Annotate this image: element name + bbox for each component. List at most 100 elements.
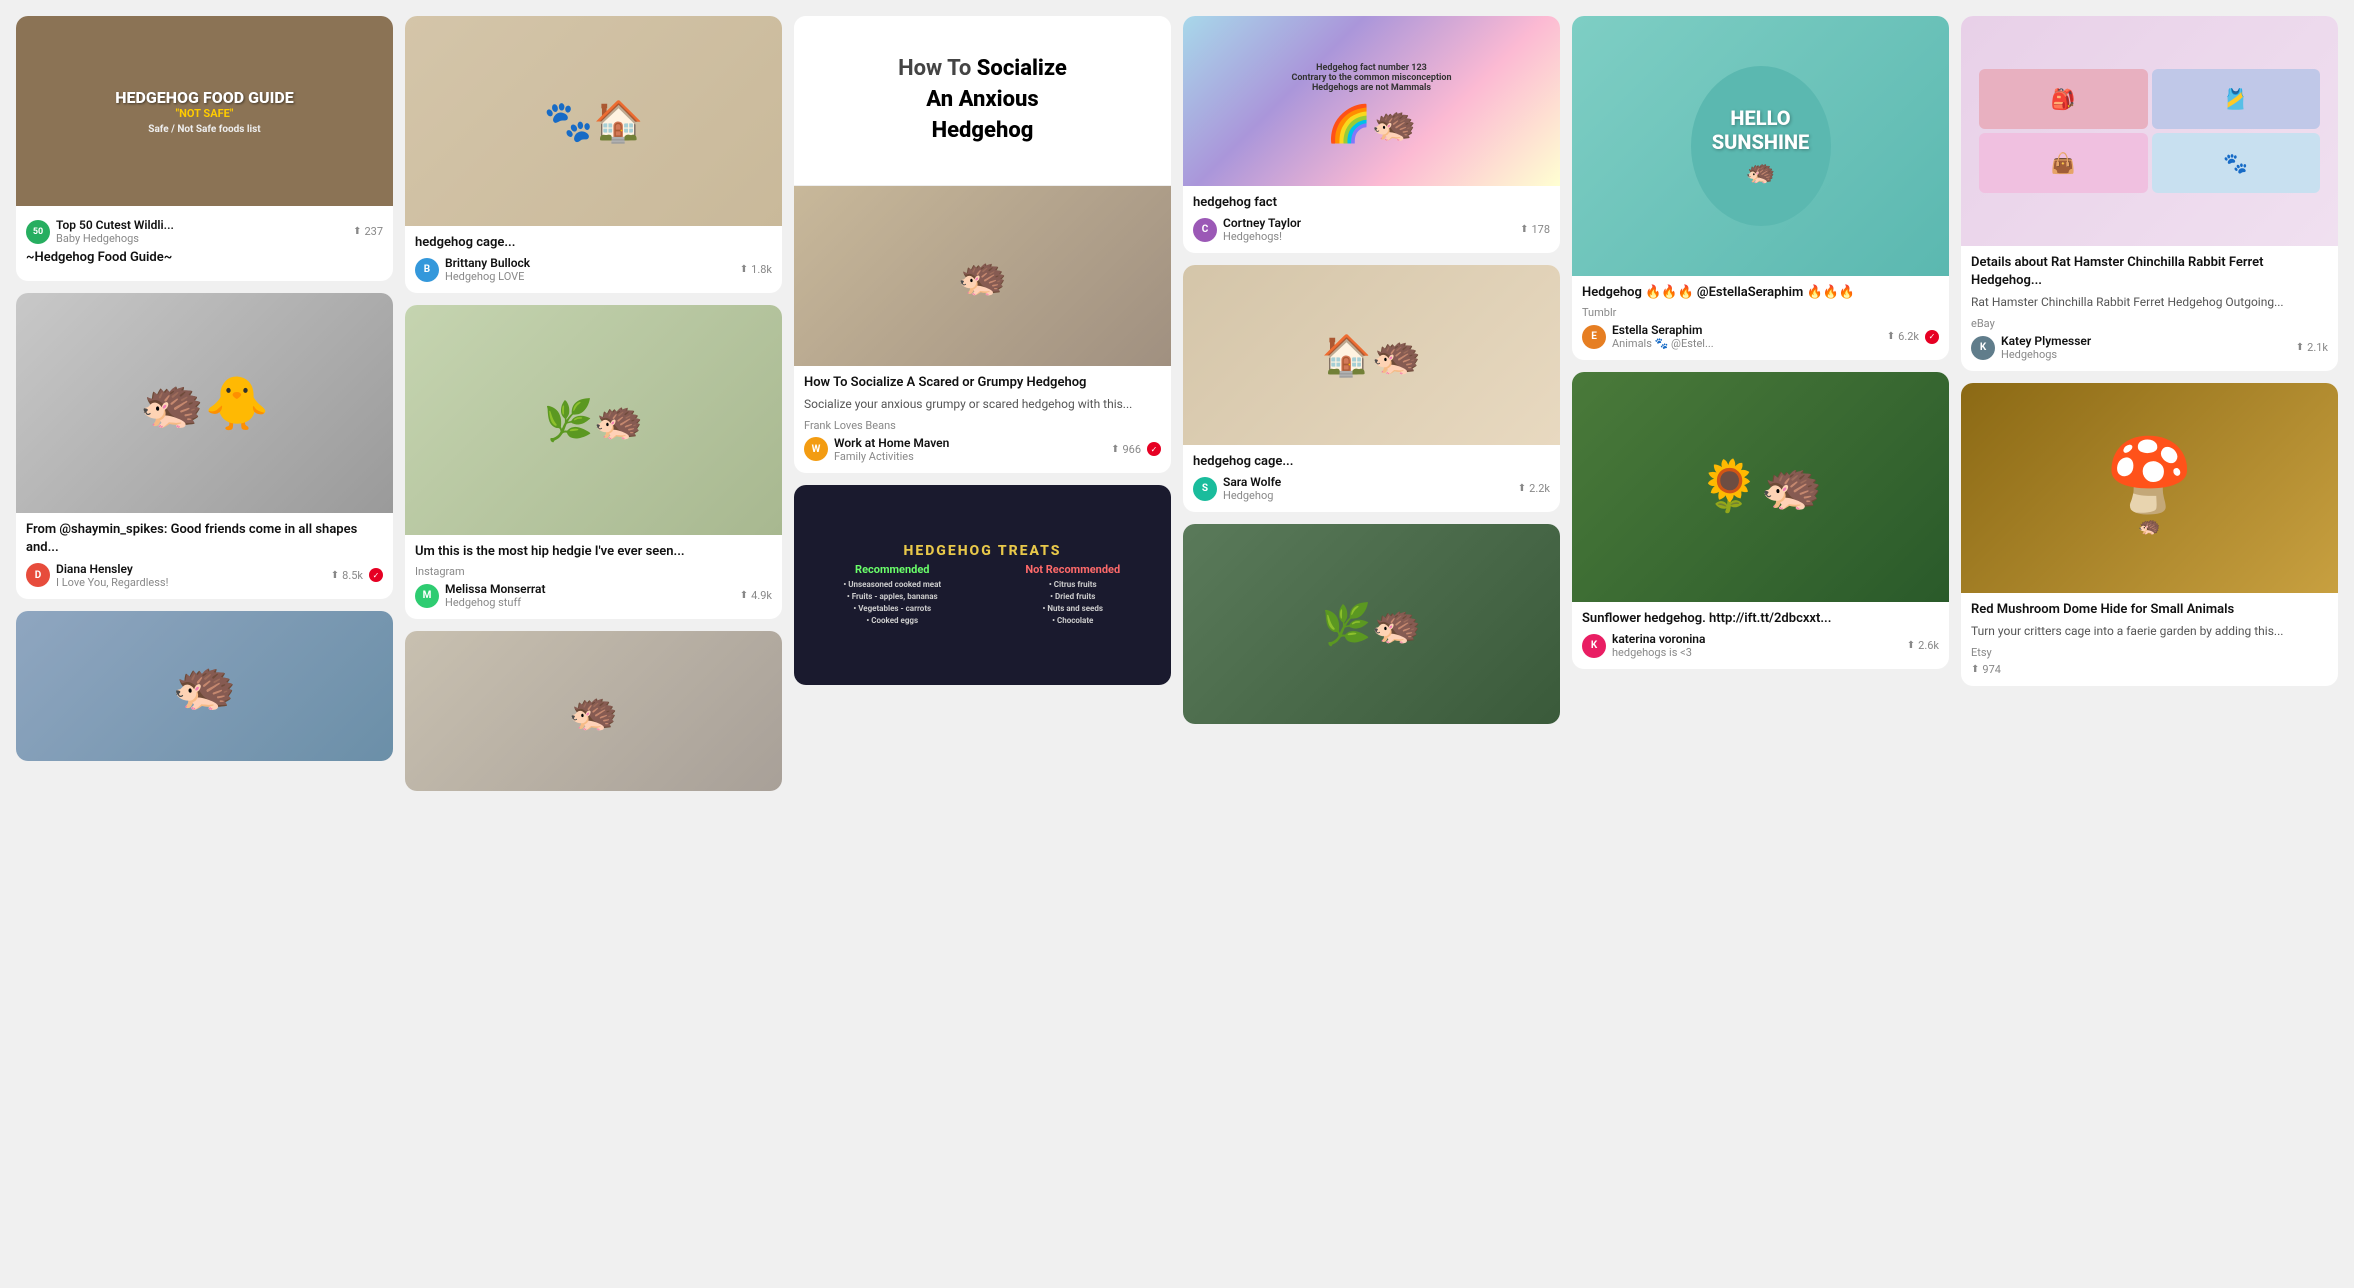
card-cage3[interactable]: 🏠🦔 hedgehog cage... S Sara Wolfe Hedgeho… — [1183, 265, 1560, 512]
sunflower-body: Sunflower hedgehog. http://ift.tt/2dbcxx… — [1572, 602, 1949, 669]
socialize-avatar: W — [804, 437, 828, 461]
bag-collage-avatar: K — [1971, 336, 1995, 360]
hedgehog-chick-user: D Diana Hensley I Love You, Regardless! — [26, 562, 168, 589]
card-wild-hedgehog[interactable]: 🌿🦔 — [1183, 524, 1560, 724]
treats-image: Hedgehog Treats Recommended • Unseasoned… — [794, 485, 1171, 685]
treats-not-recommended: Not Recommended • Citrus fruits• Dried f… — [987, 563, 1160, 627]
wild-hedgehog-image: 🌿🦔 — [1183, 524, 1560, 724]
sunflower-image: 🌻🦔 — [1572, 372, 1949, 602]
bag-collage-source: eBay — [1971, 317, 2328, 330]
bag-collage-title: Details about Rat Hamster Chinchilla Rab… — [1971, 254, 2328, 290]
cage1-body: hedgehog cage... B Brittany Bullock Hedg… — [405, 226, 782, 293]
cage2-user-name: Melissa Monserrat — [445, 582, 546, 596]
sunflower-title: Sunflower hedgehog. http://ift.tt/2dbcxx… — [1582, 610, 1939, 628]
cage2-source: Instagram — [415, 565, 772, 578]
cage2-user: M Melissa Monserrat Hedgehog stuff — [415, 582, 546, 609]
column-4: Hedgehog fact number 123Contrary to the … — [1183, 16, 1560, 724]
cage3-user-info: Sara Wolfe Hedgehog — [1223, 475, 1281, 502]
socialize-user-name: Work at Home Maven — [834, 436, 949, 450]
food-guide-sub-text: "NOT SAFE" — [176, 107, 234, 120]
food-guide-user-sub: Baby Hedgehogs — [56, 232, 174, 245]
cage1-user-name: Brittany Bullock — [445, 256, 530, 270]
hello-sunshine-body: Hedgehog 🔥🔥🔥 @EstellaSeraphim 🔥🔥🔥 Tumblr… — [1572, 276, 1949, 360]
card-how-to-socialize[interactable]: How To SocializeAn AnxiousHedgehog 🦔 How… — [794, 16, 1171, 473]
mushroom-title: Red Mushroom Dome Hide for Small Animals — [1971, 601, 2328, 619]
card-hello-sunshine[interactable]: HELLOSUNSHINE 🦔 Hedgehog 🔥🔥🔥 @EstellaSer… — [1572, 16, 1949, 360]
bag-3: 👜 — [1979, 133, 2148, 193]
hedgehog-chick-meta: D Diana Hensley I Love You, Regardless! … — [26, 562, 383, 589]
bag-grid: 🎒 🎽 👜 🐾 — [1971, 61, 2328, 201]
hedgehog-chick-save-count: 8.5k ✓ — [331, 568, 383, 582]
sunshine-check-badge: ✓ — [1925, 330, 1939, 344]
card-bag-collage[interactable]: 🎒 🎽 👜 🐾 Details about Rat Hamster Chinch… — [1961, 16, 2338, 371]
cage3-user-sub: Hedgehog — [1223, 489, 1281, 502]
cage3-save-count: 2.2k — [1518, 482, 1550, 495]
hedgehog-face-image: 🦔 — [16, 611, 393, 761]
bag-collage-user-sub: Hedgehogs — [2001, 348, 2091, 361]
card-food-guide[interactable]: HEDGEHOG FOOD GUIDE "NOT SAFE" Safe / No… — [16, 16, 393, 281]
hello-sunshine-user: E Estella Seraphim Animals 🐾 @Estel... — [1582, 323, 1714, 350]
rainbow-user: C Cortney Taylor Hedgehogs! — [1193, 216, 1301, 243]
bag-collage-meta: K Katey Plymesser Hedgehogs 2.1k — [1971, 334, 2328, 361]
socialize-check-badge: ✓ — [1147, 442, 1161, 456]
cage1-user-sub: Hedgehog LOVE — [445, 270, 530, 283]
hello-sunshine-user-name: Estella Seraphim — [1612, 323, 1714, 337]
treats-header: Hedgehog Treats — [904, 543, 1062, 559]
treats-rec-label: Recommended — [806, 563, 979, 576]
hedgehog-chick-body: From @shaymin_spikes: Good friends come … — [16, 513, 393, 598]
cage1-user: B Brittany Bullock Hedgehog LOVE — [415, 256, 530, 283]
cage3-meta: S Sara Wolfe Hedgehog 2.2k — [1193, 475, 1550, 502]
hedgehog-chick-avatar: D — [26, 563, 50, 587]
food-guide-save-count: 237 — [353, 225, 383, 238]
mushroom-meta: 974 — [1971, 663, 2328, 676]
cage1-user-info: Brittany Bullock Hedgehog LOVE — [445, 256, 530, 283]
rainbow-title: hedgehog fact — [1193, 194, 1550, 212]
bag-collage-user-info: Katey Plymesser Hedgehogs — [2001, 334, 2091, 361]
socialize-user: W Work at Home Maven Family Activities — [804, 436, 949, 463]
card-hedgehog-chick[interactable]: 🦔🐥 From @shaymin_spikes: Good friends co… — [16, 293, 393, 598]
card-cage2[interactable]: 🌿🦔 Um this is the most hip hedgie I've e… — [405, 305, 782, 619]
card-rainbow-hedgehog[interactable]: Hedgehog fact number 123Contrary to the … — [1183, 16, 1560, 253]
hedgehog-low2-image: 🦔 — [405, 631, 782, 791]
food-guide-title-text: HEDGEHOG FOOD GUIDE — [115, 88, 294, 107]
food-guide-card-title: ~Hedgehog Food Guide~ — [26, 249, 383, 267]
card-treats[interactable]: Hedgehog Treats Recommended • Unseasoned… — [794, 485, 1171, 685]
cage3-avatar: S — [1193, 477, 1217, 501]
card-sunflower-hedgehog[interactable]: 🌻🦔 Sunflower hedgehog. http://ift.tt/2db… — [1572, 372, 1949, 669]
sunflower-user-info: katerina voronina hedgehogs is <3 — [1612, 632, 1705, 659]
rainbow-user-name: Cortney Taylor — [1223, 216, 1301, 230]
treats-rec-content: • Unseasoned cooked meat• Fruits - apple… — [806, 579, 979, 627]
cage2-save-count: 4.9k — [740, 589, 772, 602]
card-mushroom[interactable]: 🍄 🦔 Red Mushroom Dome Hide for Small Ani… — [1961, 383, 2338, 686]
socialize-source: Frank Loves Beans — [804, 419, 1161, 432]
cage2-user-sub: Hedgehog stuff — [445, 596, 546, 609]
rainbow-body: hedgehog fact C Cortney Taylor Hedgehogs… — [1183, 186, 1560, 253]
socialize-user-sub: Family Activities — [834, 450, 949, 463]
bag-collage-body: Details about Rat Hamster Chinchilla Rab… — [1961, 246, 2338, 371]
socialize-title: How To Socialize A Scared or Grumpy Hedg… — [804, 374, 1161, 392]
hedgehog-chick-image: 🦔🐥 — [16, 293, 393, 513]
sunflower-avatar: K — [1582, 634, 1606, 658]
socialize-hedgehog-image: 🦔 — [794, 186, 1171, 366]
mushroom-body: Red Mushroom Dome Hide for Small Animals… — [1961, 593, 2338, 686]
mushroom-source: Etsy — [1971, 646, 2328, 659]
treats-recommended: Recommended • Unseasoned cooked meat• Fr… — [806, 563, 979, 627]
rainbow-user-sub: Hedgehogs! — [1223, 230, 1301, 243]
cage3-title: hedgehog cage... — [1193, 453, 1550, 471]
cage2-body: Um this is the most hip hedgie I've ever… — [405, 535, 782, 619]
column-6: 🎒 🎽 👜 🐾 Details about Rat Hamster Chinch… — [1961, 16, 2338, 686]
cage1-title: hedgehog cage... — [415, 234, 772, 252]
bag-1: 🎒 — [1979, 69, 2148, 129]
mushroom-hedgehog: 🦔 — [2138, 516, 2160, 537]
hello-sunshine-title: Hedgehog 🔥🔥🔥 @EstellaSeraphim 🔥🔥🔥 — [1582, 284, 1939, 302]
hedgehog-chick-title: From @shaymin_spikes: Good friends come … — [26, 521, 383, 557]
bag-2: 🎽 — [2152, 69, 2321, 129]
cage2-image: 🌿🦔 — [405, 305, 782, 535]
socialize-body: How To Socialize A Scared or Grumpy Hedg… — [794, 366, 1171, 473]
card-hedgehog-face[interactable]: 🦔 — [16, 611, 393, 761]
cage2-meta: M Melissa Monserrat Hedgehog stuff 4.9k — [415, 582, 772, 609]
card-hedgehog-low2[interactable]: 🦔 — [405, 631, 782, 791]
food-guide-detail: Safe / Not Safe foods list — [148, 124, 260, 135]
food-guide-meta: 50 Top 50 Cutest Wildli... Baby Hedgehog… — [26, 218, 383, 245]
card-cage1[interactable]: 🐾🏠 hedgehog cage... B Brittany Bullock H… — [405, 16, 782, 293]
